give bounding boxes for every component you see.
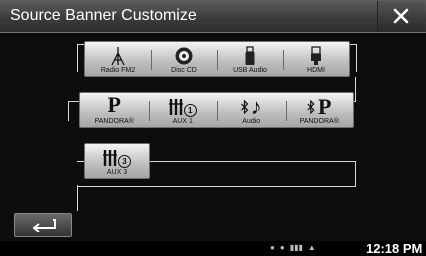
source-tile-bt-audio[interactable]: ♪ Audio [217,93,286,127]
status-bar: ● ● ▮▮▮ ▲ 12:18 PM [0,241,426,256]
music-note-glyph: ♪ [250,94,262,119]
source-tile-aux1[interactable]: 1 AUX 1 [148,93,218,127]
source-tile-radio[interactable]: Radio FM2 [85,42,151,76]
close-button[interactable] [377,1,424,31]
bluetooth-pandora-icon: P [307,94,332,119]
source-tile-disc[interactable]: Disc CD [151,42,217,76]
pandora-glyph: P [318,94,332,119]
status-icons: ● ● ▮▮▮ ▲ [270,243,316,252]
source-tile-usb[interactable]: USB Audio [217,42,283,76]
aux-icon: 3 [103,147,131,169]
tile-label: Disc CD [171,67,197,74]
back-arrow-icon [32,219,56,232]
tile-label: AUX 1 [172,118,193,125]
tile-label: PANDORA® [94,118,134,125]
page-title: Source Banner Customize [10,7,197,24]
connector-bottom-left [77,185,79,211]
bluetooth-icon [307,100,315,114]
tile-label: HDMI [307,67,325,74]
aux-number: 1 [183,103,197,117]
tile-label: Radio FM2 [100,67,136,74]
aux-number: 3 [118,154,131,168]
clock: 12:18 PM [366,241,423,256]
source-tile-hdmi[interactable]: HDMI [283,42,349,76]
connector-mid-left [68,101,79,121]
antenna-icon [110,45,126,67]
hdmi-icon [310,45,322,67]
bluetooth-icon [241,100,249,114]
bluetooth-audio-icon: ♪ [241,94,262,119]
disc-icon [174,45,194,67]
banner-row-3: 3 AUX 3 [84,143,150,179]
banner-row-2: P PANDORA® 1 AUX 1 ♪ Audio P PANDORA® [79,92,354,128]
source-tile-aux3[interactable]: 3 AUX 3 [85,144,149,178]
source-tile-pandora[interactable]: P PANDORA® [80,92,149,127]
aux-icon: 1 [168,96,197,118]
source-tile-bt-pandora[interactable]: P PANDORA® [285,93,354,127]
title-bar: Source Banner Customize [0,0,426,33]
usb-icon [244,45,256,67]
bluetooth-audio-status-icon: ● [279,243,285,252]
tile-label: AUX 3 [106,169,128,176]
bluetooth-phone-icon: ● [270,243,275,252]
signal-icon: ▲ [307,243,316,252]
back-button[interactable] [14,213,72,237]
close-icon [393,8,409,24]
pandora-icon: P [107,92,121,117]
battery-icon: ▮▮▮ [289,243,303,252]
tile-label: USB Audio [233,67,267,74]
banner-row-1: Radio FM2 Disc CD USB Audio HDMI [84,41,350,77]
